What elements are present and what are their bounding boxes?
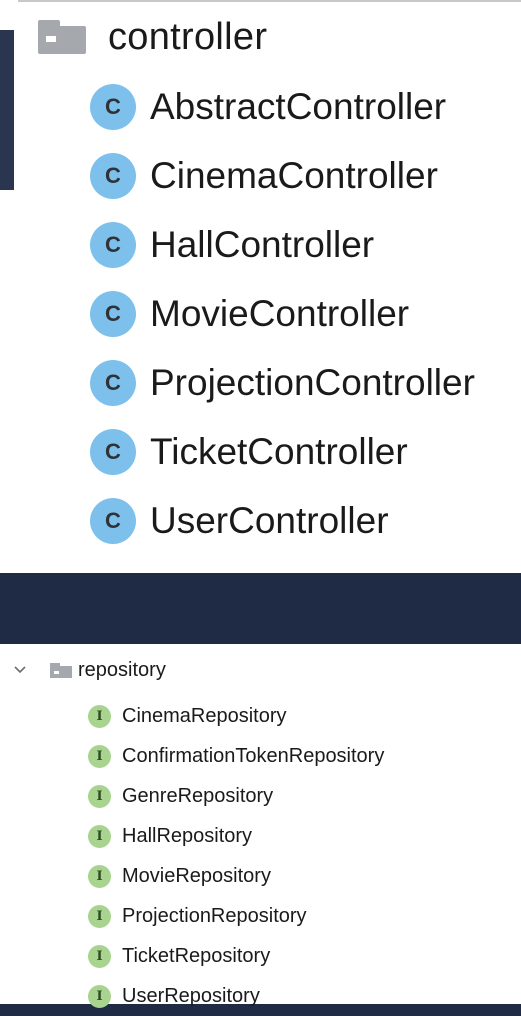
interface-icon: I	[88, 824, 111, 848]
class-label: MovieController	[150, 292, 410, 334]
tree-item-interface[interactable]: I TicketRepository	[88, 936, 384, 976]
tree-item-interface[interactable]: I ConfirmationTokenRepository	[88, 736, 384, 776]
interface-label: CinemaRepository	[122, 704, 287, 727]
chevron-down-icon[interactable]	[12, 662, 28, 678]
class-icon: C	[90, 152, 136, 199]
folder-label: repository	[78, 658, 166, 681]
background-strip	[0, 0, 18, 573]
repository-interface-list: I CinemaRepository I ConfirmationTokenRe…	[88, 696, 384, 1016]
tree-item-interface[interactable]: I GenreRepository	[88, 776, 384, 816]
interface-icon: I	[88, 984, 111, 1008]
folder-icon	[50, 662, 72, 678]
tree-item-class[interactable]: C MovieController	[90, 279, 475, 348]
class-label: AbstractController	[150, 85, 447, 127]
class-label: ProjectionController	[150, 361, 475, 403]
interface-label: GenreRepository	[122, 784, 274, 807]
interface-icon: I	[88, 904, 111, 928]
interface-label: HallRepository	[122, 824, 253, 847]
tree-item-interface[interactable]: I UserRepository	[88, 976, 384, 1016]
tree-item-class[interactable]: C TicketController	[90, 417, 475, 486]
class-icon: C	[90, 290, 136, 337]
tree-item-class[interactable]: C HallController	[90, 210, 475, 279]
tree-item-class[interactable]: C AbstractController	[90, 72, 475, 141]
tree-node-controller[interactable]: controller	[38, 12, 267, 62]
class-icon: C	[90, 428, 136, 475]
interface-icon: I	[88, 744, 111, 768]
class-label: TicketController	[150, 430, 408, 472]
class-icon: C	[90, 221, 136, 268]
tree-node-repository[interactable]: repository	[12, 656, 166, 684]
class-label: UserController	[150, 499, 389, 541]
tree-item-class[interactable]: C CinemaController	[90, 141, 475, 210]
tree-item-interface[interactable]: I MovieRepository	[88, 856, 384, 896]
tree-item-class[interactable]: C UserController	[90, 486, 475, 555]
interface-icon: I	[88, 944, 111, 968]
interface-label: UserRepository	[122, 984, 260, 1007]
interface-icon: I	[88, 784, 111, 808]
interface-label: TicketRepository	[122, 944, 271, 967]
class-icon: C	[90, 359, 136, 406]
background-shape	[0, 30, 14, 190]
interface-label: ProjectionRepository	[122, 904, 307, 927]
interface-icon: I	[88, 704, 111, 728]
class-label: CinemaController	[150, 154, 438, 196]
class-icon: C	[90, 83, 136, 130]
repository-panel: repository I CinemaRepository I Confirma…	[0, 644, 521, 1008]
tree-item-interface[interactable]: I CinemaRepository	[88, 696, 384, 736]
folder-label: controller	[108, 15, 268, 58]
class-icon: C	[90, 497, 136, 544]
interface-label: ConfirmationTokenRepository	[122, 744, 385, 767]
class-label: HallController	[150, 223, 375, 265]
controller-class-list: C AbstractController C CinemaController …	[90, 72, 475, 555]
tree-item-interface[interactable]: I HallRepository	[88, 816, 384, 856]
interface-icon: I	[88, 864, 111, 888]
tree-item-class[interactable]: C ProjectionController	[90, 348, 475, 417]
controller-panel: controller C AbstractController C Cinema…	[18, 0, 521, 573]
interface-label: MovieRepository	[122, 864, 271, 887]
folder-icon	[38, 20, 86, 54]
tree-item-interface[interactable]: I ProjectionRepository	[88, 896, 384, 936]
